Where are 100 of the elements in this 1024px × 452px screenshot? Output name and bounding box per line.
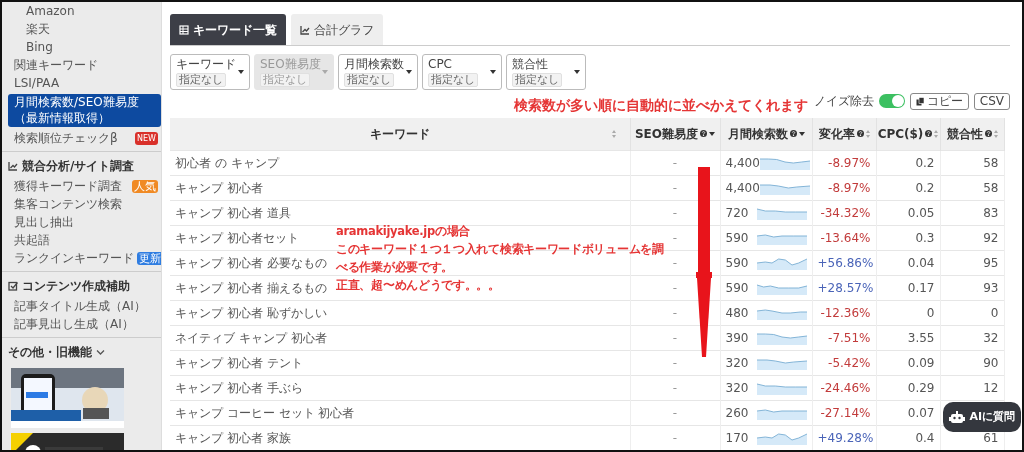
table-cell: 92 (940, 225, 1004, 250)
table-cell: -27.14% (812, 400, 876, 425)
table-cell: 83 (940, 200, 1004, 225)
table-cell: ネイティブ キャンプ 初心者 (170, 325, 630, 350)
annotation-text: 検索数が多い順に自動的に並べかえてくれます (514, 96, 808, 114)
filter-label: 競合性 (512, 57, 548, 71)
copy-icon (915, 96, 924, 106)
table-cell: -7.51% (812, 325, 876, 350)
table-cell-text: 260 (725, 404, 749, 422)
filter-label: 月間検索数 (344, 57, 404, 71)
sidebar-item[interactable]: 共起語 (2, 231, 161, 249)
section-heading: コンテンツ作成補助 (22, 278, 130, 295)
table-cell-text: 720 (725, 204, 749, 222)
filter-value: 指定なし (344, 72, 394, 87)
table-cell: キャンプ 初心者 (170, 175, 630, 200)
table-icon (179, 24, 189, 35)
tab[interactable]: キーワード一覧 (170, 14, 286, 45)
sidebar-item[interactable]: 記事タイトル生成（AI） (2, 297, 161, 315)
toggle-switch[interactable] (878, 94, 905, 108)
sparkline-chart (756, 330, 807, 345)
sidebar-item[interactable]: 楽天 (2, 20, 161, 38)
table-cell: 0.2 (876, 175, 940, 200)
table-cell: キャンプ 初心者 家族 (170, 425, 630, 450)
sidebar-item[interactable]: 検索順位チェックβ (2, 129, 136, 147)
table-cell: 58 (940, 150, 1004, 175)
table-cell: 0.4 (876, 425, 940, 450)
table-cell-text: 390 (725, 329, 749, 347)
filter-value: 指定なし (260, 72, 310, 87)
table-cell: -13.64% (812, 225, 876, 250)
table-cell: 58 (940, 175, 1004, 200)
table-cell: - (630, 400, 720, 425)
table-cell: -34.32% (812, 200, 876, 225)
sidebar-item[interactable]: 月間検索数/SEO難易度 （最新情報取得） (8, 94, 161, 127)
help-icon (856, 130, 864, 138)
table-cell: キャンプ 初心者 道具 (170, 200, 630, 225)
copy-button[interactable]: コピー (909, 92, 969, 110)
filter-value: 指定なし (176, 72, 226, 87)
filter-label: キーワード (176, 57, 236, 71)
sidebar-item[interactable]: 集客コンテンツ検索 (2, 195, 161, 213)
filter-dropdown[interactable]: 競合性 指定なし (506, 54, 586, 90)
sidebar-item[interactable]: LSI/PAA (2, 74, 161, 92)
table-cell: 0.17 (876, 275, 940, 300)
table-cell-text: 590 (725, 229, 749, 247)
table-cell-text: 590 (725, 279, 749, 297)
help-icon (925, 130, 933, 138)
sidebar-item[interactable]: Amazon (2, 2, 161, 20)
sidebar-item[interactable]: 記事見出し生成（AI） (2, 315, 161, 333)
table-cell-text: 4,400 (725, 154, 760, 172)
table-cell: 0.04 (876, 250, 940, 275)
column-header[interactable]: キーワード (369, 124, 430, 143)
table-cell: +56.86% (812, 250, 876, 275)
robot-icon (949, 409, 966, 424)
sidebar-item[interactable]: 見出し抽出 (2, 213, 161, 231)
table-cell: キャンプ 初心者 テント (170, 350, 630, 375)
help-icon (984, 130, 992, 138)
table-cell: -5.42% (812, 350, 876, 375)
table-cell: 0.2 (876, 150, 940, 175)
caret-icon (406, 70, 412, 74)
filter-value: 指定なし (428, 72, 478, 87)
table-cell: -12.36% (812, 300, 876, 325)
table-cell: 95 (940, 250, 1004, 275)
table-cell: キャンプ 初心者 恥ずかしい (170, 300, 630, 325)
filter-dropdown[interactable]: キーワード 指定なし (170, 54, 250, 90)
toggle-label: ノイズ除去 (813, 93, 874, 110)
tag-label: NEW (135, 131, 158, 145)
sparkline-chart (756, 380, 807, 395)
caret-icon (574, 70, 580, 74)
csv-button[interactable]: CSV (973, 92, 1010, 110)
table-cell: -8.97% (812, 150, 876, 175)
table-cell: 0.07 (876, 400, 940, 425)
table-cell: 0 (940, 300, 1004, 325)
edit-icon (8, 281, 18, 291)
filter-value: 指定なし (512, 72, 562, 87)
ai-chat-button[interactable]: AIに質問 (943, 401, 1021, 432)
annotation-title: aramakijyake.jpの場合 (336, 223, 470, 240)
table-cell-text: 480 (725, 304, 749, 322)
table-cell: 0 (876, 300, 940, 325)
caret-icon (322, 70, 328, 74)
sidebar-item[interactable]: Bing (2, 38, 161, 56)
table-cell: -8.97% (812, 175, 876, 200)
filter-dropdown[interactable]: CPC 指定なし (422, 54, 502, 90)
sidebar-item[interactable]: 関連キーワード (2, 56, 161, 74)
sparkline-chart (756, 205, 807, 220)
tag-label: 更新 (137, 251, 161, 265)
table-cell: -24.46% (812, 375, 876, 400)
help-icon (789, 130, 797, 138)
tag-label: 人気 (132, 179, 158, 193)
sidebar-item[interactable]: 獲得キーワード調査 (2, 177, 132, 195)
table-cell: +49.28% (812, 425, 876, 450)
caret-icon (490, 70, 496, 74)
table-cell: 0.09 (876, 350, 940, 375)
chart-icon (8, 161, 18, 171)
table-cell: +28.57% (812, 275, 876, 300)
section-heading[interactable]: その他・旧機能 (8, 343, 92, 361)
filter-label: SEO難易度 (260, 57, 321, 71)
filter-dropdown[interactable]: 月間検索数 指定なし (338, 54, 418, 90)
sidebar-item[interactable]: ランクインキーワード (2, 249, 137, 267)
sparkline-chart (759, 155, 810, 170)
table-cell: 93 (940, 275, 1004, 300)
tab[interactable]: 合計グラフ (291, 14, 383, 45)
